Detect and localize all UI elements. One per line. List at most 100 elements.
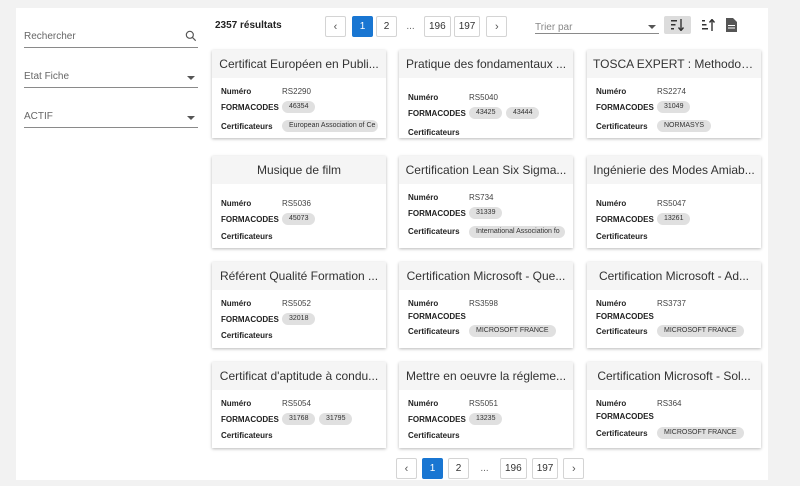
certificateur-chip: NORMASYS <box>657 120 712 132</box>
page-button[interactable]: 2 <box>376 16 397 37</box>
actif-label: ACTIF <box>24 111 53 122</box>
sort-label: Trier par <box>535 22 573 33</box>
certificateurs-label: Certificateurs <box>596 122 648 131</box>
card-title: Certificat Européen en Publi... <box>212 50 386 78</box>
formacode-chip: 13235 <box>469 413 503 425</box>
numero-value: RS5051 <box>469 399 498 408</box>
certification-card[interactable]: Pratique des fondamentaux ... Numéro RS5… <box>399 50 573 138</box>
export-document-button[interactable] <box>726 18 737 37</box>
numero-label: Numéro <box>408 93 439 102</box>
numero-value: RS5054 <box>282 399 311 408</box>
certificateur-chip: MICROSOFT FRANCE <box>469 325 556 337</box>
card-title: Pratique des fondamentaux ... <box>399 50 573 78</box>
numero-value: RS364 <box>657 399 682 408</box>
numero-label: Numéro <box>408 299 439 308</box>
chevron-down-icon <box>187 76 195 80</box>
page-button[interactable]: 196 <box>424 16 451 37</box>
certification-card[interactable]: Certification Lean Six Sigma... Numéro R… <box>399 156 573 248</box>
next-page-button[interactable]: › <box>563 458 585 479</box>
actif-select[interactable]: ACTIF <box>24 106 198 128</box>
certificateurs-label: Certificateurs <box>596 429 648 438</box>
formacodes-label: FORMACODES <box>596 312 654 321</box>
certificateurs-label: Certificateurs <box>408 431 460 440</box>
filters-sidebar: Rechercher Etat Fiche ACTIF <box>16 8 204 480</box>
card-title: Certification Microsoft - Sol... <box>587 362 761 390</box>
numero-label: Numéro <box>221 399 252 408</box>
formacode-chip: 31049 <box>657 101 691 113</box>
formacodes-label: FORMACODES <box>596 412 654 421</box>
formacodes-label: FORMACODES <box>596 215 654 224</box>
numero-label: Numéro <box>596 87 627 96</box>
sort-select[interactable]: Trier par <box>535 20 659 34</box>
page-button[interactable]: 1 <box>422 458 443 479</box>
formacode-chip: 43425 <box>469 107 503 119</box>
certificateur-chip: MICROSOFT FRANCE <box>657 427 744 439</box>
formacodes-label: FORMACODES <box>408 312 466 321</box>
certification-card[interactable]: Certification Microsoft - Sol... Numéro … <box>587 362 761 448</box>
certificateurs-label: Certificateurs <box>596 327 648 336</box>
certification-card[interactable]: Certificat d'aptitude à condu... Numéro … <box>212 362 386 448</box>
numero-label: Numéro <box>221 299 252 308</box>
numero-value: RS5040 <box>469 93 498 102</box>
certificateurs-label: Certificateurs <box>221 232 273 241</box>
formacodes-label: FORMACODES <box>221 215 279 224</box>
formacode-chip: 13261 <box>657 213 691 225</box>
numero-label: Numéro <box>596 199 627 208</box>
card-title: Certification Lean Six Sigma... <box>399 156 573 184</box>
numero-label: Numéro <box>596 399 627 408</box>
certification-card[interactable]: Ingénierie des Modes Amiab... Numéro RS5… <box>587 156 761 248</box>
certificateur-chip: MICROSOFT FRANCE <box>657 325 744 337</box>
card-title: Certificat d'aptitude à condu... <box>212 362 386 390</box>
page-ellipsis: ... <box>406 21 415 32</box>
bottom-pagination: ‹ 1 2 ... 196 197 › <box>396 458 585 479</box>
numero-value: RS5036 <box>282 199 311 208</box>
numero-label: Numéro <box>408 399 439 408</box>
certification-card[interactable]: Certification Microsoft - Ad... Numéro R… <box>587 262 761 348</box>
certification-card[interactable]: Certification Microsoft - Que... Numéro … <box>399 262 573 348</box>
search-label: Rechercher <box>24 31 76 42</box>
numero-label: Numéro <box>221 87 252 96</box>
results-count: 2357 résultats <box>215 20 282 31</box>
results-toolbar: 2357 résultats ‹ 1 2 ... 196 197 › Trier… <box>204 8 768 46</box>
page-button[interactable]: 1 <box>352 16 373 37</box>
top-pagination: ‹ 1 2 ... 196 197 › <box>325 16 508 37</box>
page-button[interactable]: 197 <box>453 16 481 37</box>
prev-page-button[interactable]: ‹ <box>325 16 346 37</box>
formacode-chip: 31795 <box>319 413 353 425</box>
certificateur-chip: European Association of Ce <box>282 120 378 132</box>
chevron-down-icon <box>187 116 195 120</box>
page-button[interactable]: 196 <box>500 458 527 479</box>
numero-value: RS3737 <box>657 299 686 308</box>
sort-ascending-icon <box>670 19 684 31</box>
certification-card[interactable]: Mettre en oeuvre la régleme... Numéro RS… <box>399 362 573 448</box>
certificateurs-label: Certificateurs <box>221 431 273 440</box>
numero-value: RS3598 <box>469 299 498 308</box>
numero-label: Numéro <box>596 299 627 308</box>
prev-page-button[interactable]: ‹ <box>396 458 417 479</box>
page-button[interactable]: 2 <box>448 458 469 479</box>
formacode-chip: 31339 <box>469 207 503 219</box>
formacodes-label: FORMACODES <box>221 415 279 424</box>
search-icon[interactable] <box>184 29 198 43</box>
formacode-chip: 31768 <box>282 413 316 425</box>
formacodes-label: FORMACODES <box>408 415 466 424</box>
card-title: Référent Qualité Formation ... <box>212 262 386 290</box>
formacode-chip: 43444 <box>506 107 540 119</box>
etat-fiche-select[interactable]: Etat Fiche <box>24 66 198 88</box>
certification-card[interactable]: Certificat Européen en Publi... Numéro R… <box>212 50 386 138</box>
search-field[interactable]: Rechercher <box>24 26 198 48</box>
formacode-chip: 45073 <box>282 213 316 225</box>
numero-label: Numéro <box>221 199 252 208</box>
sort-descending-button[interactable] <box>695 16 722 34</box>
next-page-button[interactable]: › <box>486 16 508 37</box>
certification-card[interactable]: Musique de film Numéro RS5036 FORMACODES… <box>212 156 386 248</box>
certification-card[interactable]: Référent Qualité Formation ... Numéro RS… <box>212 262 386 348</box>
page-button[interactable]: 197 <box>531 458 559 479</box>
document-icon <box>726 18 737 32</box>
card-title: Ingénierie des Modes Amiab... <box>587 156 761 184</box>
certification-card[interactable]: TOSCA EXPERT : Methodolo... Numéro RS227… <box>587 50 761 138</box>
numero-value: RS734 <box>469 193 494 202</box>
formacodes-label: FORMACODES <box>596 103 654 112</box>
formacode-chip: 32018 <box>282 313 316 325</box>
sort-ascending-button[interactable] <box>664 16 691 34</box>
